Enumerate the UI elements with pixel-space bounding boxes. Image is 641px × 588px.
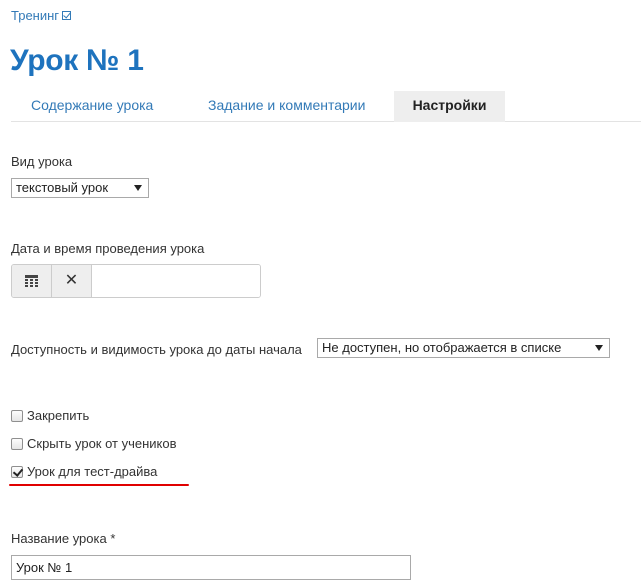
breadcrumb-link-training[interactable]: Тренинг — [11, 8, 59, 23]
date-time-picker: ✕ — [11, 264, 261, 298]
breadcrumb: Тренинг — [11, 8, 72, 23]
page-title: Урок № 1 — [10, 44, 144, 77]
lesson-type-label: Вид урока — [11, 154, 73, 169]
tab-lesson-content[interactable]: Содержание урока — [11, 91, 173, 122]
lesson-name-label: Название урока * — [11, 531, 116, 546]
external-link-icon[interactable] — [62, 11, 72, 20]
tab-bar: Содержание урока Задание и комментарии Н… — [11, 91, 641, 122]
test-drive-label: Урок для тест-драйва — [27, 464, 158, 479]
tab-assignment-comments[interactable]: Задание и комментарии — [188, 91, 385, 122]
availability-select[interactable]: Не доступен, но отображается в списке — [317, 338, 610, 358]
tab-settings[interactable]: Настройки — [394, 91, 505, 122]
dropdown-arrow-icon — [134, 185, 142, 191]
clear-date-button[interactable]: ✕ — [52, 265, 92, 297]
option-pin: Закрепить — [11, 408, 89, 423]
lesson-type-select[interactable]: текстовый урок — [11, 178, 149, 198]
dropdown-arrow-icon — [595, 345, 603, 351]
option-test-drive: Урок для тест-драйва — [11, 464, 157, 479]
close-icon: ✕ — [64, 272, 79, 289]
highlight-underline — [9, 484, 189, 486]
lesson-name-input[interactable]: Урок № 1 — [11, 555, 411, 580]
calendar-button[interactable] — [12, 265, 52, 297]
pin-label: Закрепить — [27, 408, 90, 423]
date-time-input[interactable] — [92, 265, 260, 297]
lesson-type-value: текстовый урок — [16, 180, 109, 195]
pin-checkbox[interactable] — [11, 409, 23, 422]
availability-value: Не доступен, но отображается в списке — [322, 340, 562, 355]
test-drive-checkbox[interactable] — [11, 465, 23, 478]
date-time-label: Дата и время проведения урока — [11, 241, 205, 256]
calendar-icon — [25, 275, 38, 287]
option-hide-from-students: Скрыть урок от учеников — [11, 436, 177, 451]
hide-from-students-checkbox[interactable] — [11, 437, 23, 450]
hide-from-students-label: Скрыть урок от учеников — [27, 436, 177, 451]
availability-label: Доступность и видимость урока до даты на… — [11, 342, 302, 357]
